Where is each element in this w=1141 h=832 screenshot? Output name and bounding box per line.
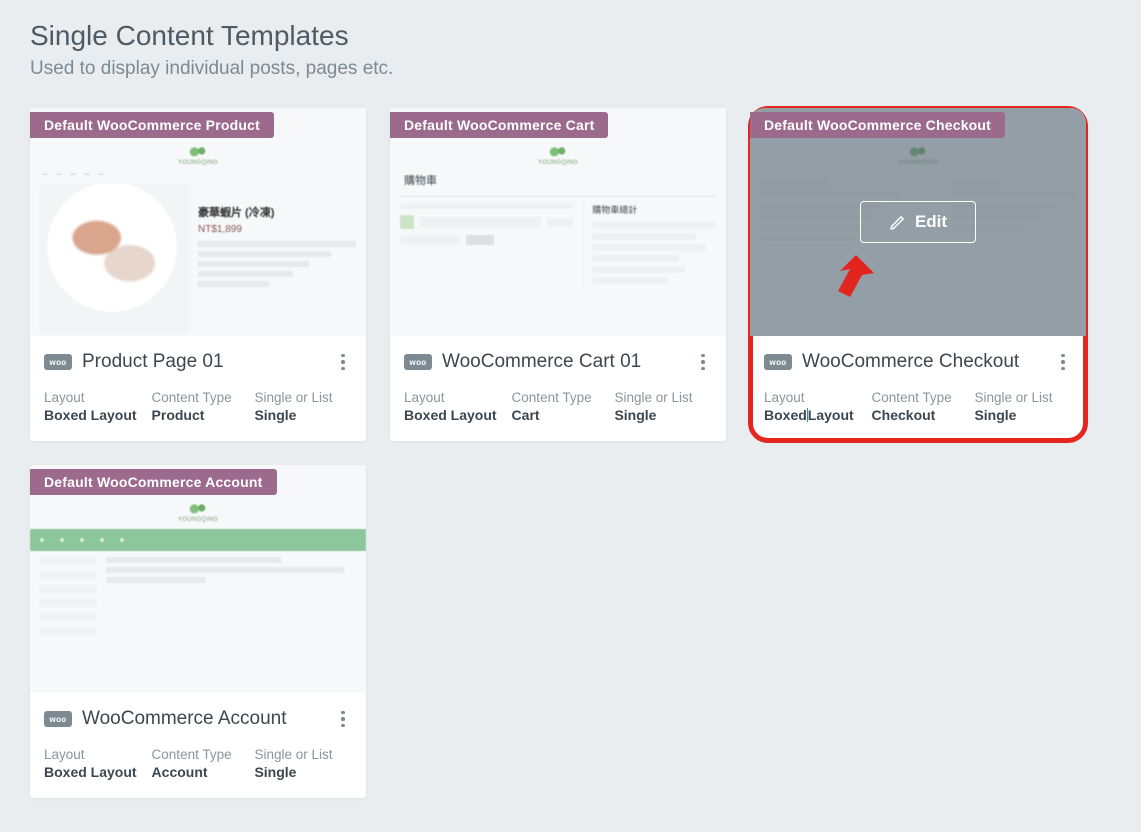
- meta-value-single-or-list: Single: [254, 407, 352, 423]
- template-title: WooCommerce Cart 01: [442, 351, 684, 373]
- more-menu-icon[interactable]: [334, 350, 352, 374]
- template-title: WooCommerce Account: [82, 708, 324, 730]
- brand-label: YOUNGQING: [400, 160, 716, 166]
- template-title: WooCommerce Checkout: [802, 351, 1044, 373]
- template-card-checkout[interactable]: Default WooCommerce Checkout YOUNGQING: [750, 108, 1086, 441]
- meta-value-content-type: Checkout: [872, 407, 965, 423]
- template-thumbnail[interactable]: YOUNGQING ————— 豪華蝦片 (冷凍) NT$1,899: [30, 108, 366, 336]
- meta-label-content-type: Content Type: [512, 390, 605, 405]
- meta-label-content-type: Content Type: [872, 390, 965, 405]
- meta-value-layout: BoxedLayout: [764, 407, 862, 423]
- default-badge: Default WooCommerce Product: [30, 112, 274, 138]
- meta-value-layout: Boxed Layout: [44, 407, 142, 423]
- meta-label-single-or-list: Single or List: [254, 747, 352, 762]
- page-subtitle: Used to display individual posts, pages …: [30, 58, 1111, 80]
- mini-cart-heading: 購物車: [404, 172, 716, 188]
- meta-value-single-or-list: Single: [254, 764, 352, 780]
- mini-product-title: 豪華蝦片 (冷凍): [198, 204, 356, 220]
- meta-value-single-or-list: Single: [614, 407, 712, 423]
- meta-value-layout: Boxed Layout: [44, 764, 142, 780]
- default-badge: Default WooCommerce Checkout: [750, 112, 1005, 138]
- meta-value-content-type: Account: [152, 764, 245, 780]
- template-grid: Default WooCommerce Product YOUNGQING ——…: [30, 108, 1111, 798]
- more-menu-icon[interactable]: [694, 350, 712, 374]
- meta-label-layout: Layout: [764, 390, 862, 405]
- meta-value-content-type: Product: [152, 407, 245, 423]
- meta-label-single-or-list: Single or List: [614, 390, 712, 405]
- meta-label-layout: Layout: [44, 747, 142, 762]
- edit-button-label: Edit: [915, 212, 947, 232]
- template-card-product[interactable]: Default WooCommerce Product YOUNGQING ——…: [30, 108, 366, 441]
- mini-product-price: NT$1,899: [198, 224, 356, 235]
- woo-icon: woo: [44, 354, 72, 370]
- more-menu-icon[interactable]: [334, 707, 352, 731]
- meta-value-single-or-list: Single: [974, 407, 1072, 423]
- more-menu-icon[interactable]: [1054, 350, 1072, 374]
- meta-label-single-or-list: Single or List: [974, 390, 1072, 405]
- template-card-cart[interactable]: Default WooCommerce Cart YOUNGQING 購物車 購…: [390, 108, 726, 441]
- meta-value-content-type: Cart: [512, 407, 605, 423]
- template-thumbnail[interactable]: YOUNGQING: [30, 465, 366, 693]
- default-badge: Default WooCommerce Cart: [390, 112, 608, 138]
- woo-icon: woo: [404, 354, 432, 370]
- meta-value-layout: Boxed Layout: [404, 407, 502, 423]
- mini-cart-totals-heading: 購物車總計: [592, 203, 716, 216]
- meta-label-content-type: Content Type: [152, 747, 245, 762]
- page-title: Single Content Templates: [30, 20, 1111, 52]
- meta-label-layout: Layout: [44, 390, 142, 405]
- woo-icon: woo: [764, 354, 792, 370]
- brand-label: YOUNGQING: [40, 517, 356, 523]
- edit-button[interactable]: Edit: [860, 201, 976, 243]
- template-title: Product Page 01: [82, 351, 324, 373]
- meta-label-single-or-list: Single or List: [254, 390, 352, 405]
- template-card-account[interactable]: Default WooCommerce Account YOUNGQING: [30, 465, 366, 798]
- woo-icon: woo: [44, 711, 72, 727]
- meta-label-layout: Layout: [404, 390, 502, 405]
- template-thumbnail[interactable]: YOUNGQING 購物車 購物車總計: [390, 108, 726, 336]
- brand-label: YOUNGQING: [40, 160, 356, 166]
- template-thumbnail[interactable]: YOUNGQING: [750, 108, 1086, 336]
- meta-label-content-type: Content Type: [152, 390, 245, 405]
- pencil-icon: [889, 214, 906, 231]
- default-badge: Default WooCommerce Account: [30, 469, 277, 495]
- callout-arrow-icon: [816, 249, 876, 314]
- hover-overlay: Edit: [750, 108, 1086, 336]
